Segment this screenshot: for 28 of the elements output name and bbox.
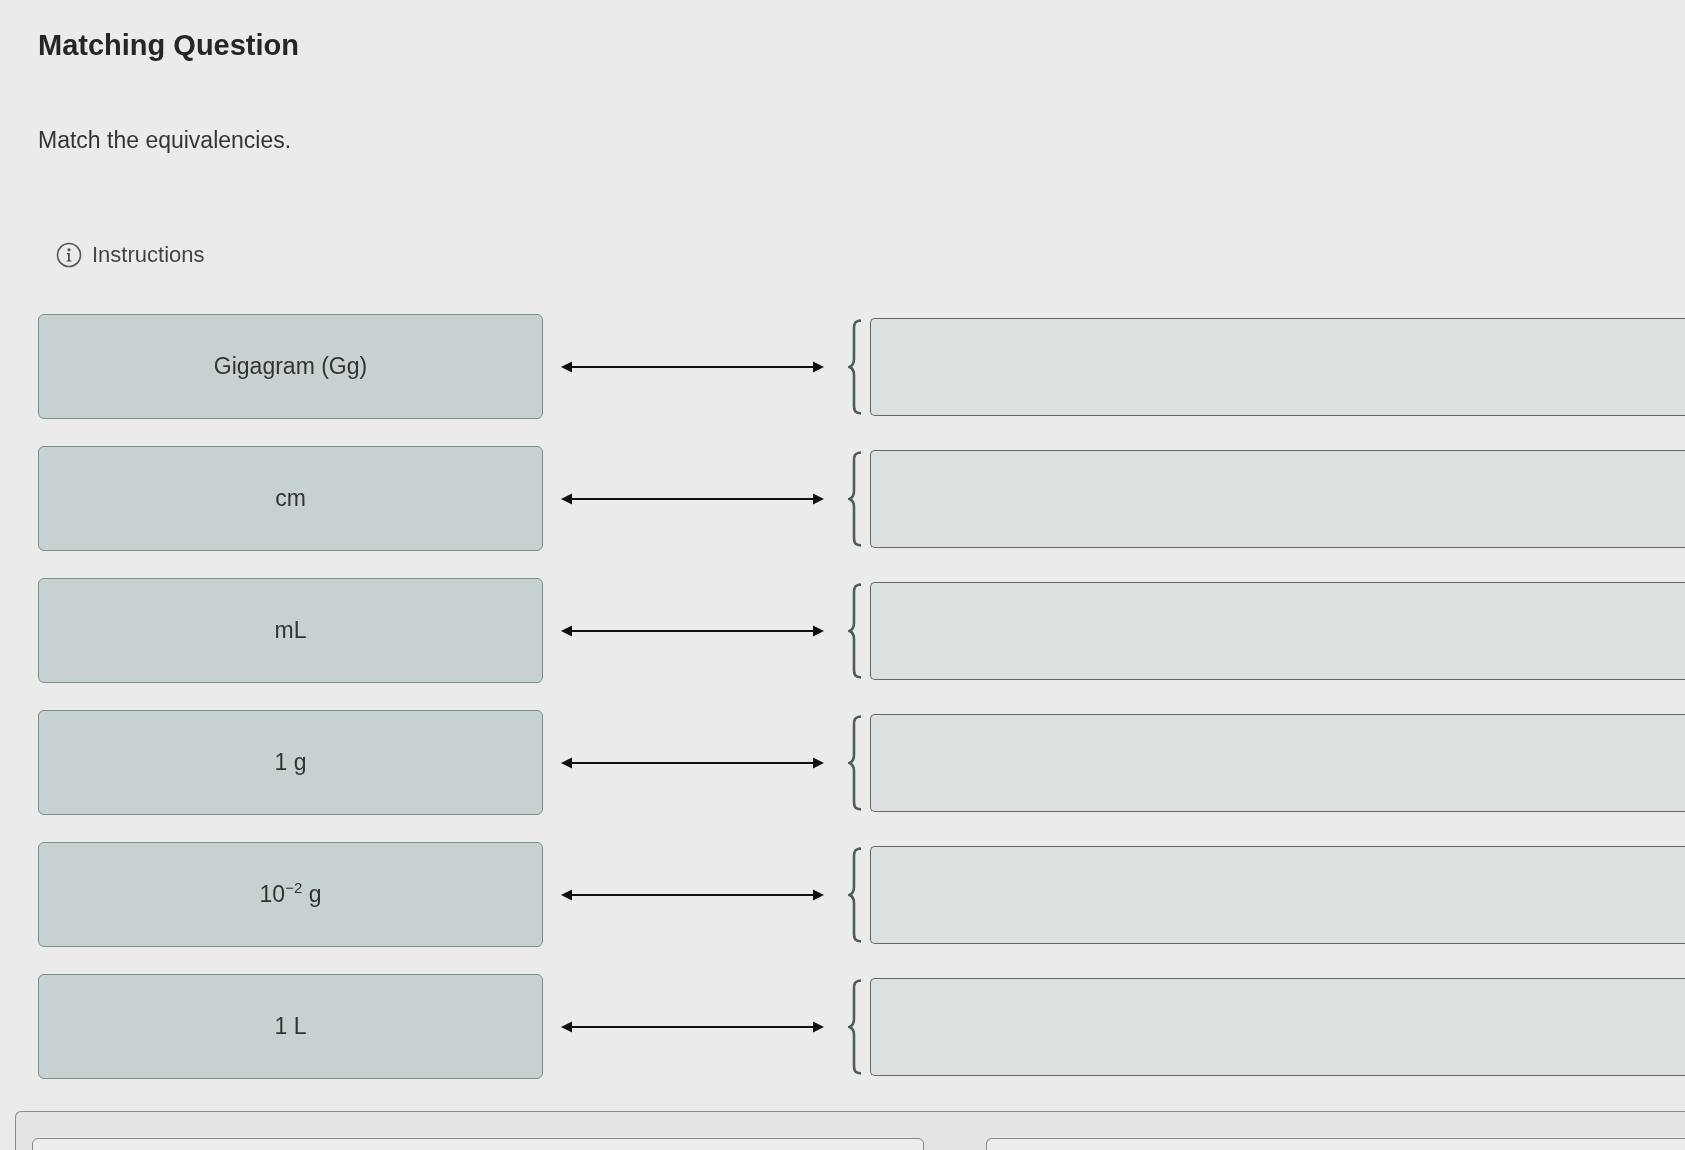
double-arrow-icon — [561, 755, 824, 770]
instructions-toggle[interactable]: Instructions — [56, 240, 205, 270]
question-title: Matching Question — [38, 28, 299, 62]
brace-icon — [848, 846, 862, 943]
double-arrow-icon — [561, 359, 824, 374]
brace-icon — [848, 714, 862, 811]
double-arrow-icon — [561, 887, 824, 902]
double-arrow-icon — [561, 623, 824, 638]
double-arrow-icon — [561, 491, 824, 506]
term-card: cm — [38, 446, 543, 551]
brace-icon — [848, 450, 862, 547]
question-prompt: Match the equivalencies. — [38, 126, 292, 155]
answer-drop-zone[interactable] — [870, 317, 1685, 416]
answer-drop-zone[interactable] — [870, 449, 1685, 548]
term-card: 10$^{−2}$ g — [38, 842, 543, 947]
answer-drop-zone[interactable] — [870, 845, 1685, 944]
term-card: 1 g — [38, 710, 543, 815]
term-card: mL — [38, 578, 543, 683]
brace-icon — [848, 582, 862, 679]
double-arrow-icon — [561, 1019, 824, 1034]
info-icon — [56, 242, 82, 268]
term-card: 1 L — [38, 974, 543, 1079]
term-card: Gigagram (Gg) — [38, 314, 543, 419]
answer-drop-zone[interactable] — [870, 977, 1685, 1076]
brace-icon — [848, 318, 862, 415]
answer-drop-zone[interactable] — [870, 581, 1685, 680]
brace-icon — [848, 978, 862, 1075]
answer-drop-zone[interactable] — [870, 713, 1685, 812]
